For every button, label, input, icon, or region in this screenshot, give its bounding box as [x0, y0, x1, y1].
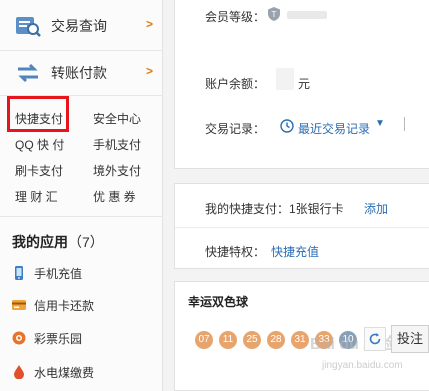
- red-ball: 31: [291, 331, 309, 349]
- privilege-label: 快捷特权：: [205, 245, 266, 259]
- svg-text:T: T: [272, 10, 277, 19]
- member-level-value-blurred: [287, 11, 327, 19]
- my-quickpay-label: 我的快捷支付：: [205, 202, 290, 216]
- app-label: 信用卡还款: [34, 298, 95, 313]
- water-drop-icon: [12, 365, 26, 380]
- watermark-url: jingyan.baidu.com: [322, 360, 403, 371]
- highlight-annotation: [7, 96, 69, 132]
- quick-link-qq-pay[interactable]: QQ 快 付: [15, 136, 64, 153]
- app-label: 手机充值: [34, 266, 83, 281]
- app-utility-bills[interactable]: 水电煤缴费: [12, 361, 94, 383]
- lottery-title: 幸运双色球: [188, 295, 249, 309]
- chevron-right-icon: >: [145, 64, 153, 78]
- apps-count: （7）: [68, 234, 104, 250]
- quick-recharge-link[interactable]: 快捷充值: [271, 243, 319, 260]
- red-ball: 28: [267, 331, 285, 349]
- app-lottery[interactable]: 彩票乐园: [12, 327, 82, 349]
- app-label: 水电煤缴费: [34, 365, 95, 380]
- sidebar-item-transaction-query[interactable]: 交易查询 >: [0, 3, 163, 48]
- divider: [404, 117, 405, 131]
- caret-down-icon[interactable]: ▼: [375, 118, 385, 129]
- sidebar-item-transfer[interactable]: 转账付款 >: [0, 50, 163, 95]
- quick-link-mobile-pay[interactable]: 手机支付: [93, 136, 141, 153]
- balance-value-blurred: [276, 68, 294, 90]
- app-credit-card-repay[interactable]: 信用卡还款: [12, 294, 94, 316]
- quick-link-wealth[interactable]: 理 财 汇: [15, 188, 58, 205]
- app-label: 彩票乐园: [34, 331, 83, 346]
- member-level-label: 会员等级：: [205, 10, 266, 24]
- records-label: 交易记录：: [205, 122, 266, 136]
- red-ball: 07: [195, 331, 213, 349]
- sidebar-item-label: 交易查询: [51, 17, 107, 34]
- search-document-icon: [15, 15, 41, 37]
- quick-link-security-center[interactable]: 安全中心: [93, 110, 141, 127]
- bank-card-count: 1张银行卡: [289, 202, 344, 216]
- credit-card-icon: [12, 298, 26, 312]
- add-card-link[interactable]: 添加: [364, 200, 388, 217]
- chevron-right-icon: >: [145, 17, 153, 31]
- quick-link-overseas-pay[interactable]: 境外支付: [93, 162, 141, 179]
- divider: [0, 216, 163, 217]
- phone-icon: [12, 266, 26, 280]
- refresh-icon: [369, 333, 381, 345]
- app-mobile-recharge[interactable]: 手机充值: [12, 262, 82, 284]
- transfer-arrows-icon: [15, 62, 41, 84]
- apps-title-text: 我的应用: [12, 234, 68, 250]
- sidebar-item-label: 转账付款: [51, 64, 107, 81]
- recent-records-link[interactable]: 最近交易记录: [298, 120, 370, 137]
- bet-button[interactable]: 投注: [391, 325, 429, 353]
- red-ball: 25: [243, 331, 261, 349]
- quick-link-coupons[interactable]: 优 惠 券: [93, 188, 136, 205]
- refresh-button[interactable]: [364, 327, 386, 351]
- member-shield-icon: T: [267, 7, 281, 24]
- lottery-icon: [12, 331, 26, 345]
- sidebar: 交易查询 > 转账付款 > 快捷支付 安全中心 QQ 快 付 手机支付 刷卡支付…: [0, 0, 163, 391]
- apps-section-title: 我的应用（7）: [12, 232, 104, 252]
- balance-unit: 元: [298, 77, 311, 91]
- divider: [175, 227, 429, 228]
- clock-icon: [280, 119, 294, 136]
- balance-label: 账户余额：: [205, 77, 266, 91]
- quick-link-card-pay[interactable]: 刷卡支付: [15, 162, 63, 179]
- red-ball: 11: [219, 331, 237, 349]
